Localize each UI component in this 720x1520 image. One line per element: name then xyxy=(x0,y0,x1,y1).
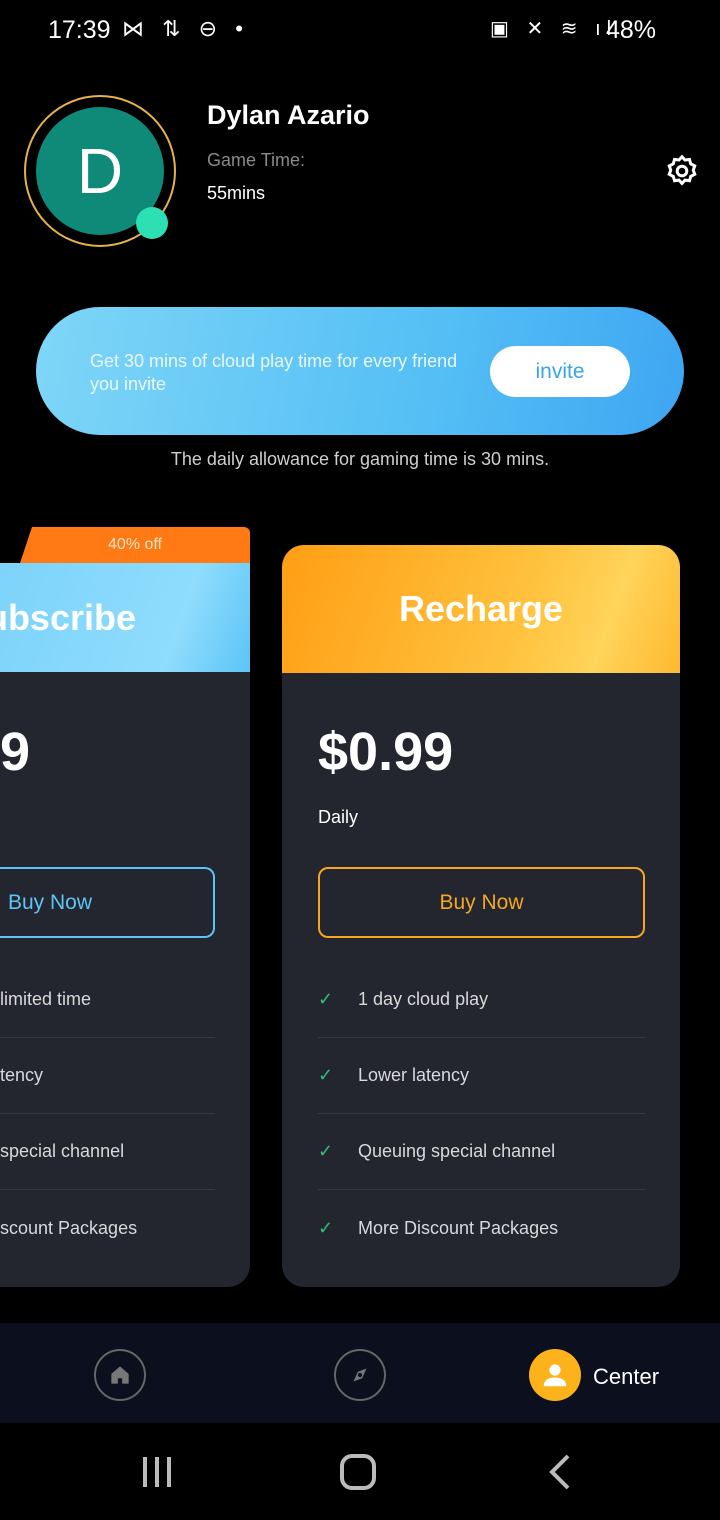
subscribe-title: ubscribe xyxy=(0,563,250,672)
tab-center[interactable] xyxy=(529,1349,581,1401)
feature-item: ✓ More Discount Packages xyxy=(318,1190,645,1266)
subscribe-card: ubscribe 9 Buy Now limited time tency sp… xyxy=(0,563,250,1287)
compass-icon xyxy=(353,1368,367,1382)
check-icon: ✓ xyxy=(318,1141,334,1161)
check-icon: ✓ xyxy=(318,1065,334,1085)
feature-item: ✓ Lower latency xyxy=(318,1038,645,1114)
feature-label: Lower latency xyxy=(358,1065,470,1085)
status-time: 17:39 xyxy=(48,16,111,44)
tab-home[interactable] xyxy=(94,1349,146,1401)
notification-icons: ⋈ ⇅ ⊖ • xyxy=(122,16,249,41)
recharge-price: $0.99 xyxy=(318,722,454,782)
subscribe-price: 9 xyxy=(0,722,31,782)
discount-badge: 40% off xyxy=(20,527,250,563)
home-nav-icon[interactable] xyxy=(338,1453,378,1491)
recharge-buy-button[interactable]: Buy Now xyxy=(318,867,645,938)
invite-banner-text: Get 30 mins of cloud play time for every… xyxy=(90,351,458,394)
recent-apps-icon[interactable] xyxy=(140,1455,176,1489)
status-bar: 17:39 ⋈ ⇅ ⊖ • ▣ ✕ ≋ ıl 48% xyxy=(0,0,720,60)
feature-item: special channel xyxy=(0,1114,215,1190)
user-name: Dylan Azario xyxy=(207,100,370,130)
feature-item: scount Packages xyxy=(0,1217,138,1238)
system-nav-bar xyxy=(0,1423,720,1520)
allowance-text: The daily allowance for gaming time is 3… xyxy=(170,449,550,469)
battery-level: 48% xyxy=(606,16,657,44)
feature-item: ✓ Queuing special channel xyxy=(318,1114,645,1190)
check-icon: ✓ xyxy=(318,1217,334,1238)
gear-icon[interactable] xyxy=(664,153,700,189)
feature-item: tency xyxy=(0,1038,215,1114)
user-icon xyxy=(543,1364,567,1387)
tab-explore[interactable] xyxy=(334,1349,386,1401)
recharge-period: Daily xyxy=(318,807,359,827)
online-indicator xyxy=(136,207,168,239)
game-time-label: Game Time: xyxy=(207,150,306,170)
feature-label: 1 day cloud play xyxy=(358,989,489,1009)
back-icon[interactable] xyxy=(546,1453,574,1491)
recharge-title: Recharge xyxy=(282,545,680,673)
feature-item: limited time xyxy=(0,962,215,1038)
check-icon: ✓ xyxy=(318,989,334,1009)
feature-label: More Discount Packages xyxy=(358,1217,559,1238)
recharge-card: Recharge $0.99 Daily Buy Now ✓ 1 day clou… xyxy=(282,545,680,1287)
subscribe-buy-button[interactable]: Buy Now xyxy=(0,867,215,938)
tab-center-label[interactable]: Center xyxy=(593,1364,659,1390)
game-time-value: 55mins xyxy=(207,183,266,203)
feature-item: ✓ 1 day cloud play xyxy=(318,962,645,1038)
system-icons: ▣ ✕ ≋ ıl xyxy=(490,18,618,40)
feature-label: Queuing special channel xyxy=(358,1141,556,1161)
home-icon xyxy=(111,1366,129,1384)
invite-button[interactable]: invite xyxy=(490,346,630,397)
